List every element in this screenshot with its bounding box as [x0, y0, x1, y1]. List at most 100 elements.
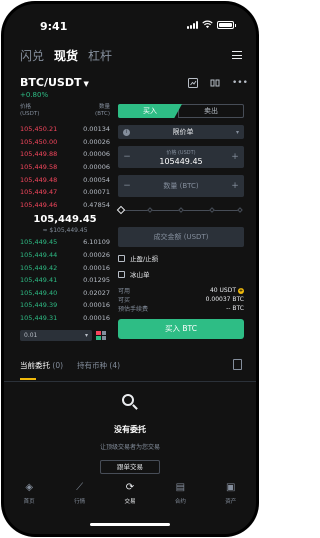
bid-row[interactable]: 105,449.39 0.00016: [20, 299, 110, 312]
nav-assets[interactable]: ▣ 资产: [211, 482, 251, 514]
ask-row[interactable]: 105,449.47 0.00071: [20, 186, 110, 199]
plus-icon[interactable]: +: [231, 181, 239, 191]
nav-trade-label: 交易: [124, 499, 136, 505]
bid-row[interactable]: 105,449.40 0.02027: [20, 287, 110, 300]
tab-spot[interactable]: 现货: [54, 47, 78, 64]
signal-icon: [187, 20, 198, 29]
buy-tab[interactable]: 买入: [118, 104, 182, 118]
bid-price: 105,449.45: [20, 238, 58, 247]
bid-qty: 0.00016: [83, 301, 110, 310]
total-input[interactable]: 成交金额 (USDT): [118, 227, 244, 247]
checkbox-icon: [118, 270, 125, 278]
info-icon[interactable]: i: [123, 128, 130, 136]
add-funds-icon[interactable]: +: [238, 287, 244, 294]
chevron-down-icon: ▾: [235, 128, 239, 136]
phone-frame: 9:41 闪兑 现货 杠杆 BTC/USDT ▼ +0.80% ••• 价格 (U…: [1, 1, 259, 537]
order-type-value: 限价单: [172, 128, 194, 136]
slider-step-75[interactable]: [209, 207, 215, 213]
ask-row[interactable]: 105,449.88 0.00006: [20, 148, 110, 161]
bid-row[interactable]: 105,449.42 0.00016: [20, 261, 110, 274]
ask-qty: 0.47854: [83, 200, 110, 209]
bid-qty: 0.00016: [83, 314, 110, 323]
tab-convert[interactable]: 闪兑: [20, 47, 44, 64]
percent-slider[interactable]: [116, 205, 244, 215]
nav-markets[interactable]: ⟋ 行情: [60, 482, 100, 514]
bid-qty: 0.00016: [83, 263, 110, 272]
nav-markets-label: 行情: [74, 499, 86, 505]
ask-price: 105,449.88: [20, 150, 58, 159]
order-history-icon[interactable]: [233, 359, 242, 370]
bid-row[interactable]: 105,449.44 0.00026: [20, 249, 110, 262]
bid-price: 105,449.42: [20, 263, 58, 272]
compare-icon[interactable]: [210, 78, 220, 88]
tab-open-orders[interactable]: 当前委托 (0): [20, 360, 63, 380]
empty-subtitle: 让顶级交易者为您交易: [99, 444, 160, 451]
buy-btc-button[interactable]: 买入 BTC: [118, 319, 244, 339]
buyable-value: 0.00037 BTC: [205, 296, 244, 303]
depth-controls: 0.01 ▾: [20, 330, 110, 342]
ask-row[interactable]: 105,449.46 0.47854: [20, 199, 110, 212]
order-type-select[interactable]: i 限价单 ▾: [118, 125, 244, 139]
trade-icon: ⟳: [125, 482, 135, 493]
tab-holdings[interactable]: 持有币种 (4): [77, 360, 120, 376]
tab-margin[interactable]: 杠杆: [88, 47, 112, 64]
top-tabs: 闪兑 现货 杠杆: [20, 46, 242, 64]
qty-column-header: 数量 (BTC): [95, 104, 110, 117]
bid-price: 105,449.39: [20, 301, 58, 310]
checkbox-icon: [118, 254, 125, 262]
tp-sl-checkbox[interactable]: 止盈/止损: [118, 253, 244, 263]
nav-trade[interactable]: ⟳ 交易: [110, 482, 150, 514]
iceberg-checkbox[interactable]: 冰山单: [118, 269, 244, 279]
menu-icon[interactable]: [232, 51, 242, 59]
bids-list: 105,449.45 6.10109 105,449.44 0.00026 105,…: [20, 236, 110, 324]
pair-header: BTC/USDT ▼ +0.80% •••: [20, 76, 248, 100]
minus-icon[interactable]: −: [123, 181, 131, 191]
minus-icon[interactable]: −: [123, 152, 131, 162]
ask-row[interactable]: 105,450.21 0.00134: [20, 123, 110, 136]
slider-step-50[interactable]: [178, 207, 184, 213]
sell-tab[interactable]: 卖出: [178, 104, 244, 118]
balance-info: 可用 40 USDT + 可买 0.00037 BTC 预估手续费 -- BTC: [118, 286, 244, 313]
copy-trading-button[interactable]: 跟单交易: [100, 460, 160, 474]
chevron-down-icon: ▾: [84, 332, 88, 340]
more-icon[interactable]: •••: [232, 78, 248, 88]
bid-qty: 6.10109: [83, 238, 110, 247]
holdings-label: 持有币种: [77, 361, 108, 370]
bid-row[interactable]: 105,449.41 0.01295: [20, 274, 110, 287]
buyable-line: 可买 0.00037 BTC: [118, 295, 244, 304]
status-time: 9:41: [40, 20, 68, 33]
bid-row[interactable]: 105,449.45 6.10109: [20, 236, 110, 249]
pair-actions: •••: [188, 78, 248, 88]
ask-price: 105,450.21: [20, 125, 58, 134]
wifi-icon: [202, 20, 213, 29]
ask-qty: 0.00134: [83, 125, 110, 134]
bid-price: 105,449.31: [20, 314, 58, 323]
bid-price: 105,449.41: [20, 276, 58, 285]
ask-row[interactable]: 105,449.58 0.00006: [20, 161, 110, 174]
depth-precision-select[interactable]: 0.01 ▾: [20, 330, 92, 342]
nav-home[interactable]: ◈ 首页: [9, 482, 49, 514]
ask-row[interactable]: 105,449.48 0.00054: [20, 173, 110, 186]
slider-handle[interactable]: [116, 205, 126, 215]
price-input[interactable]: − 价格 (USDT) 105449.45 +: [118, 146, 244, 168]
bid-qty: 0.02027: [83, 288, 110, 297]
slider-step-100[interactable]: [237, 207, 243, 213]
ask-price: 105,449.47: [20, 188, 58, 197]
nav-futures[interactable]: ▤ 合约: [160, 482, 200, 514]
search-empty-icon: [117, 390, 143, 416]
price-field[interactable]: 价格 (USDT) 105449.45: [131, 149, 231, 166]
bottom-nav: ◈ 首页 ⟋ 行情 ⟳ 交易 ▤ 合约 ▣ 资产: [4, 482, 256, 514]
plus-icon[interactable]: +: [231, 152, 239, 162]
bid-price: 105,449.44: [20, 251, 58, 260]
quantity-input[interactable]: − 数量 (BTC) +: [118, 175, 244, 197]
slider-step-25[interactable]: [147, 207, 153, 213]
ask-row[interactable]: 105,450.00 0.00026: [20, 136, 110, 149]
order-book: 价格 (USDT) 数量 (BTC) 105,450.21 0.00134 105…: [20, 104, 110, 342]
bid-row[interactable]: 105,449.31 0.00016: [20, 312, 110, 325]
candlestick-chart-icon[interactable]: [188, 78, 198, 88]
orders-tabs: 当前委托 (0) 持有币种 (4): [20, 359, 242, 380]
nav-futures-label: 合约: [174, 499, 186, 505]
available-line: 可用 40 USDT +: [118, 286, 244, 295]
empty-title: 没有委托: [114, 425, 146, 434]
book-layout-icon[interactable]: [96, 331, 106, 341]
